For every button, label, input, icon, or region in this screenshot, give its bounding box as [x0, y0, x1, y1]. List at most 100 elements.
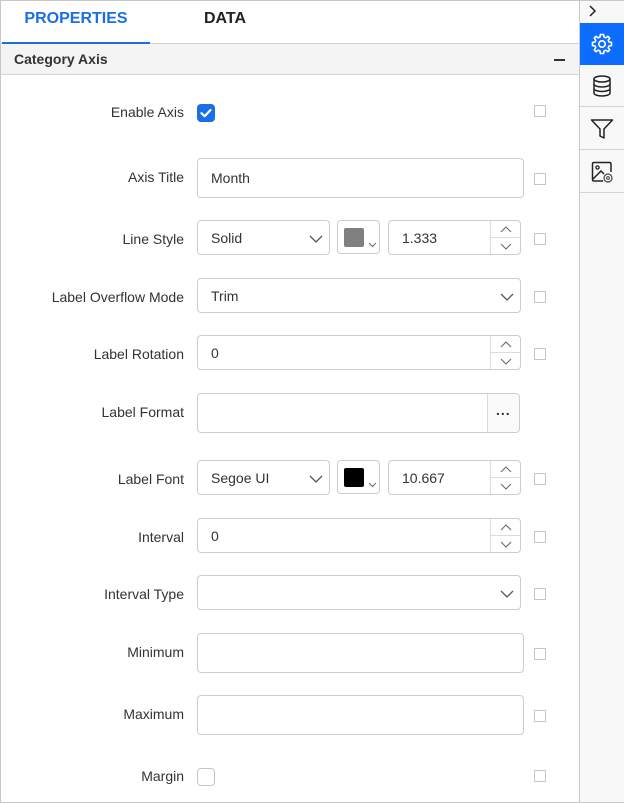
maximum-label: Maximum: [123, 706, 184, 722]
label-font-size-spinner: [490, 461, 520, 494]
interval-type-dropdown[interactable]: [197, 575, 521, 610]
label-overflow-mode-label: Label Overflow Mode: [51, 289, 184, 305]
row-maximum: Maximum: [1, 695, 579, 735]
row-interval: Interval 0: [1, 518, 579, 553]
label-font-size-value: 10.667: [402, 470, 445, 486]
line-width-numeric[interactable]: 1.333: [388, 220, 521, 255]
margin-label: Margin: [141, 768, 184, 784]
chevron-down-icon: [500, 541, 512, 548]
line-width-value: 1.333: [402, 230, 438, 246]
ellipsis-icon: ...: [496, 402, 511, 418]
label-font-label: Label Font: [117, 471, 184, 487]
label-format-input[interactable]: ...: [197, 393, 520, 433]
label-font-family-dropdown[interactable]: Segoe UI: [197, 460, 330, 495]
minimum-side-checkbox[interactable]: [534, 648, 546, 660]
checkmark-icon: [200, 108, 212, 118]
chevron-down-icon: [309, 235, 323, 243]
label-font-family-value: Segoe UI: [211, 470, 270, 486]
line-style-dropdown[interactable]: Solid: [197, 220, 330, 255]
expand-button[interactable]: [580, 1, 624, 23]
spin-up-button[interactable]: [491, 336, 520, 353]
database-icon: [593, 75, 611, 97]
axis-title-side-checkbox[interactable]: [534, 173, 546, 185]
line-style-value: Solid: [211, 230, 243, 246]
label-overflow-mode-dropdown[interactable]: Trim: [197, 278, 521, 313]
chevron-down-icon: [500, 293, 514, 301]
margin-side-checkbox[interactable]: [534, 770, 546, 782]
chevron-up-icon: [500, 466, 512, 473]
spin-up-button[interactable]: [491, 461, 520, 478]
label-rotation-spinner: [490, 336, 520, 369]
section-header[interactable]: Category Axis: [1, 44, 579, 75]
label-font-side-checkbox[interactable]: [534, 473, 546, 485]
row-interval-type: Interval Type: [1, 575, 579, 610]
gear-icon: [591, 33, 613, 55]
line-color-swatch: [344, 228, 364, 247]
tab-bar: PROPERTIES DATA: [1, 1, 579, 45]
interval-spinner: [490, 519, 520, 552]
interval-numeric[interactable]: 0: [197, 518, 521, 553]
margin-checkbox[interactable]: [197, 768, 215, 786]
spin-down-button[interactable]: [491, 238, 520, 255]
line-color-picker[interactable]: [337, 220, 380, 254]
spin-down-button[interactable]: [491, 478, 520, 495]
right-toolbar: [579, 1, 624, 802]
chevron-down-icon: [500, 358, 512, 365]
tab-properties[interactable]: PROPERTIES: [2, 1, 150, 45]
maximum-input[interactable]: [197, 695, 524, 735]
row-label-overflow-mode: Label Overflow Mode Trim: [1, 278, 579, 313]
row-label-font: Label Font Segoe UI 10.667: [1, 460, 579, 495]
spin-up-button[interactable]: [491, 221, 520, 238]
sidebar-item-image-settings[interactable]: [580, 151, 624, 193]
line-width-spinner: [490, 221, 520, 254]
label-format-label: Label Format: [101, 404, 184, 420]
chevron-up-icon: [500, 524, 512, 531]
chevron-up-icon: [500, 226, 512, 233]
row-minimum: Minimum: [1, 633, 579, 673]
maximum-side-checkbox[interactable]: [534, 710, 546, 722]
row-margin: Margin: [1, 767, 579, 789]
row-axis-title: Axis Title Month: [1, 158, 579, 198]
label-font-color-swatch: [344, 468, 364, 487]
label-rotation-value: 0: [211, 345, 219, 361]
chevron-down-icon: [500, 483, 512, 490]
sidebar-item-properties[interactable]: [580, 23, 624, 65]
label-font-size-numeric[interactable]: 10.667: [388, 460, 521, 495]
chevron-up-icon: [500, 341, 512, 348]
label-rotation-side-checkbox[interactable]: [534, 348, 546, 360]
tab-data[interactable]: DATA: [151, 1, 299, 44]
label-overflow-mode-value: Trim: [211, 288, 239, 304]
section-title: Category Axis: [14, 51, 108, 67]
minimum-input[interactable]: [197, 633, 524, 673]
chevron-down-icon: [500, 243, 512, 250]
row-enable-axis: Enable Axis: [1, 102, 579, 124]
line-style-side-checkbox[interactable]: [534, 233, 546, 245]
line-style-label: Line Style: [122, 231, 184, 247]
spin-up-button[interactable]: [491, 519, 520, 536]
axis-title-value: Month: [211, 170, 250, 186]
axis-title-input[interactable]: Month: [197, 158, 524, 198]
label-rotation-numeric[interactable]: 0: [197, 335, 521, 370]
minimum-label: Minimum: [127, 644, 184, 660]
row-line-style: Line Style Solid 1.333: [1, 220, 579, 255]
chevron-down-icon: [500, 590, 514, 598]
spin-down-button[interactable]: [491, 536, 520, 553]
spin-down-button[interactable]: [491, 353, 520, 370]
label-format-ellipsis-button[interactable]: ...: [487, 394, 519, 432]
sidebar-item-filter[interactable]: [580, 108, 624, 150]
chevron-down-icon: [368, 235, 377, 251]
sidebar-item-data[interactable]: [580, 65, 624, 107]
minus-icon[interactable]: [552, 50, 566, 68]
properties-panel: PROPERTIES DATA Category Axis Enable Axi…: [0, 0, 624, 803]
interval-value: 0: [211, 528, 219, 544]
label-font-color-picker[interactable]: [337, 460, 380, 494]
main-panel: PROPERTIES DATA Category Axis Enable Axi…: [1, 1, 579, 802]
enable-axis-label: Enable Axis: [110, 104, 184, 120]
interval-side-checkbox[interactable]: [534, 531, 546, 543]
interval-type-side-checkbox[interactable]: [534, 588, 546, 600]
row-label-rotation: Label Rotation 0: [1, 335, 579, 370]
label-overflow-mode-side-checkbox[interactable]: [534, 291, 546, 303]
enable-axis-checkbox[interactable]: [197, 104, 215, 122]
enable-axis-side-checkbox[interactable]: [534, 105, 546, 117]
label-rotation-label: Label Rotation: [93, 346, 184, 362]
